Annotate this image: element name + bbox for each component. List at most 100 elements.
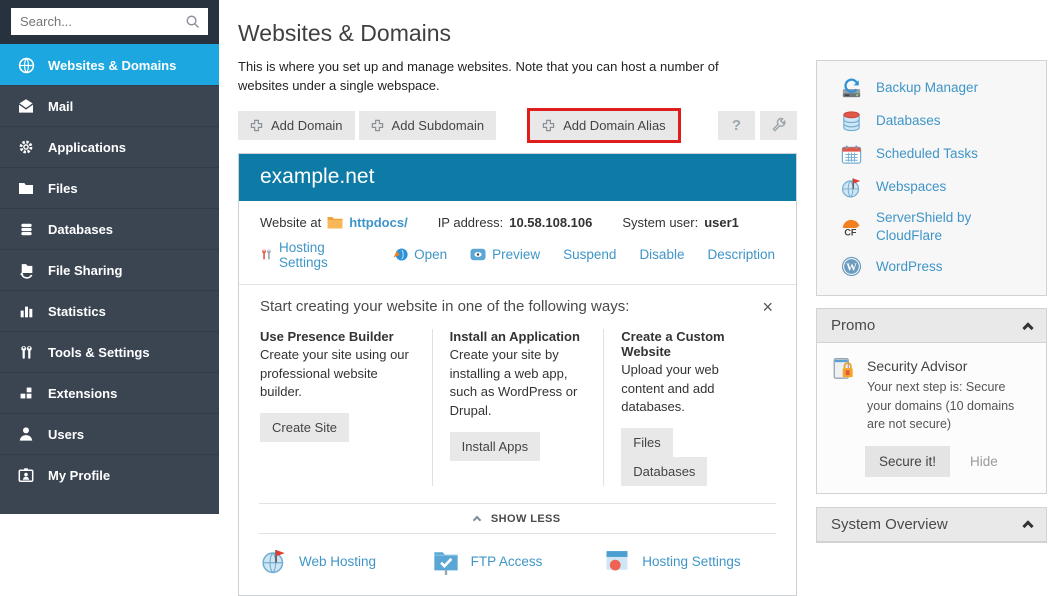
sidebar-item-label: File Sharing: [48, 263, 122, 278]
ip-label: IP address:: [438, 215, 504, 230]
bar-chart-icon: [17, 304, 35, 319]
preview-link[interactable]: Preview: [470, 247, 540, 262]
hosting-settings-link[interactable]: Hosting Settings: [260, 240, 370, 270]
sidebar-item-label: Extensions: [48, 386, 117, 401]
show-less-label: SHOW LESS: [491, 513, 561, 525]
webspaces-link[interactable]: Webspaces: [817, 171, 1046, 204]
webspaces-icon: [839, 176, 863, 199]
sidebar-item-label: Mail: [48, 99, 73, 114]
web-hosting-icon: [260, 547, 288, 575]
help-button[interactable]: ?: [718, 111, 755, 140]
install-apps-button[interactable]: Install Apps: [450, 432, 541, 461]
system-overview-panel: System Overview: [816, 507, 1047, 543]
folder-icon: [327, 216, 343, 229]
scheduled-tasks-link[interactable]: Scheduled Tasks: [817, 138, 1046, 171]
domain-name: example.net: [260, 165, 374, 188]
show-less-toggle[interactable]: SHOW LESS: [259, 503, 776, 534]
sidebar-item-label: Tools & Settings: [48, 345, 150, 360]
tool-label: Backup Manager: [876, 79, 978, 97]
ftp-access-link[interactable]: FTP Access: [432, 547, 604, 575]
databases-link[interactable]: Databases: [817, 105, 1046, 138]
hosting-settings-label: Hosting Settings: [279, 240, 370, 270]
description-link[interactable]: Description: [707, 247, 775, 262]
open-label: Open: [414, 247, 447, 262]
sidebar-item-label: Databases: [48, 222, 113, 237]
sidebar-item-label: Applications: [48, 140, 126, 155]
page-title: Websites & Domains: [238, 20, 797, 47]
tool-label: WordPress: [876, 258, 943, 276]
sidebar-item-databases[interactable]: Databases: [0, 208, 219, 249]
sidebar-item-label: Websites & Domains: [48, 58, 176, 73]
sidebar-item-file-sharing[interactable]: File Sharing: [0, 249, 219, 290]
open-link[interactable]: Open: [393, 247, 447, 262]
left-sidebar: Websites & Domains Mail Applications Fil…: [0, 0, 219, 514]
wrenches-icon: [17, 345, 35, 360]
wordpress-link[interactable]: W WordPress: [817, 250, 1046, 283]
search-input[interactable]: [11, 8, 208, 35]
system-overview-header[interactable]: System Overview: [817, 508, 1046, 542]
sidebar-search: [0, 0, 219, 44]
add-subdomain-label: Add Subdomain: [392, 118, 485, 133]
sidebar-item-statistics[interactable]: Statistics: [0, 290, 219, 331]
sidebar-item-label: My Profile: [48, 468, 110, 483]
gs-column-custom-website: Create a Custom Website Upload your web …: [603, 329, 775, 487]
right-sidebar: Backup Manager Databases Scheduled Tasks…: [816, 0, 1047, 543]
quick-link-label: Hosting Settings: [642, 554, 740, 569]
settings-wrench-button[interactable]: [760, 111, 797, 140]
plus-icon: [542, 119, 555, 132]
create-site-button[interactable]: Create Site: [260, 413, 349, 442]
promo-title: Promo: [831, 317, 875, 334]
domain-card-header: example.net: [239, 154, 796, 201]
databases-icon: [839, 110, 863, 133]
sidebar-item-mail[interactable]: Mail: [0, 85, 219, 126]
tools-panel: Backup Manager Databases Scheduled Tasks…: [816, 60, 1047, 296]
backup-manager-link[interactable]: Backup Manager: [817, 72, 1046, 105]
file-sharing-icon: [17, 262, 35, 279]
sidebar-item-files[interactable]: Files: [0, 167, 219, 208]
hide-link[interactable]: Hide: [970, 454, 998, 469]
add-domain-alias-button[interactable]: Add Domain Alias: [530, 111, 678, 140]
gs-col-text: Create your site using our professional …: [260, 346, 416, 403]
servershield-link[interactable]: CF ServerShield by CloudFlare: [817, 204, 1046, 250]
sidebar-item-applications[interactable]: Applications: [0, 126, 219, 167]
gs-col-heading: Use Presence Builder: [260, 329, 416, 344]
sidebar-item-tools-settings[interactable]: Tools & Settings: [0, 331, 219, 372]
hosting-settings-icon: [260, 248, 273, 262]
databases-button[interactable]: Databases: [621, 457, 707, 486]
suspend-link[interactable]: Suspend: [563, 247, 616, 262]
secure-it-button[interactable]: Secure it!: [865, 446, 950, 477]
chevron-up-icon: [1022, 521, 1033, 532]
web-hosting-link[interactable]: Web Hosting: [260, 547, 432, 575]
sidebar-item-websites-domains[interactable]: Websites & Domains: [0, 44, 219, 85]
quick-links-row: Web Hosting FTP Access Hosting Settings: [239, 534, 796, 595]
promo-panel-header[interactable]: Promo: [817, 309, 1046, 343]
webroot-link[interactable]: httpdocs/: [349, 215, 408, 230]
scheduled-tasks-icon: [839, 143, 863, 166]
preview-eye-icon: [470, 248, 486, 261]
page-description: This is where you set up and manage webs…: [238, 58, 743, 96]
close-icon[interactable]: ×: [760, 298, 775, 316]
security-advisor-icon: [831, 356, 857, 432]
sidebar-item-extensions[interactable]: Extensions: [0, 372, 219, 413]
cloudflare-icon: CF: [839, 216, 863, 239]
open-site-icon: [393, 247, 408, 262]
system-user-label: System user:: [622, 215, 698, 230]
gs-column-install-app: Install an Application Create your site …: [432, 329, 604, 487]
chevron-up-icon: [473, 516, 481, 524]
add-domain-button[interactable]: Add Domain: [238, 111, 355, 140]
id-badge-icon: [17, 467, 35, 483]
svg-text:CF: CF: [844, 227, 857, 237]
files-button[interactable]: Files: [621, 428, 672, 457]
main-content: Websites & Domains This is where you set…: [238, 0, 797, 596]
gs-col-text: Create your site by installing a web app…: [450, 346, 588, 421]
backup-manager-icon: [839, 77, 863, 100]
hosting-settings-quick-link[interactable]: Hosting Settings: [603, 547, 775, 575]
gs-column-presence-builder: Use Presence Builder Create your site us…: [260, 329, 432, 487]
sidebar-item-users[interactable]: Users: [0, 413, 219, 454]
sidebar-item-my-profile[interactable]: My Profile: [0, 454, 219, 495]
sidebar-item-label: Statistics: [48, 304, 106, 319]
disable-link[interactable]: Disable: [639, 247, 684, 262]
add-subdomain-button[interactable]: Add Subdomain: [359, 111, 497, 140]
getting-started-title: Start creating your website in one of th…: [260, 298, 629, 315]
chevron-up-icon: [1022, 322, 1033, 333]
